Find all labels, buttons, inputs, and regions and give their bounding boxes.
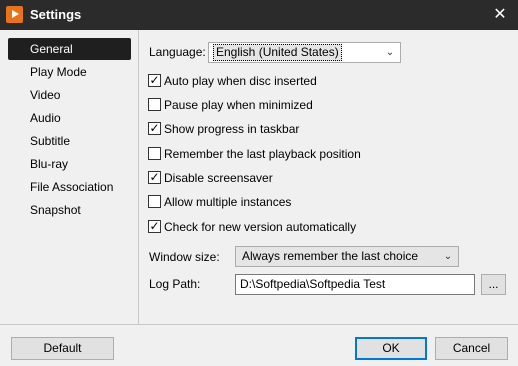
checkbox-box: ✓ [148,219,161,233]
sidebar-item-snapshot[interactable]: Snapshot [8,199,131,221]
checkbox-label: Pause play when minimized [164,98,313,112]
sidebar-item-blu-ray[interactable]: Blu-ray [8,153,131,175]
browse-button[interactable]: ... [481,274,506,295]
chevron-down-icon: ⌄ [443,251,453,262]
sidebar-item-general[interactable]: General [8,38,131,60]
app-logo-icon [6,6,23,23]
checkbox-label: Allow multiple instances [164,195,292,209]
sidebar-item-subtitle[interactable]: Subtitle [8,130,131,152]
checkbox-label: Remember the last playback position [164,147,361,161]
checkbox-box: ✓ [148,121,161,135]
checkmark-icon: ✓ [149,170,160,184]
chevron-down-icon: ⌄ [385,47,395,58]
checkbox-label: Auto play when disc inserted [164,74,317,88]
checkmark-icon: ✓ [149,121,160,135]
sidebar-item-file-association[interactable]: File Association [8,176,131,198]
sidebar-item-video[interactable]: Video [8,84,131,106]
language-label: Language: [149,45,206,59]
cancel-button[interactable]: Cancel [435,337,508,360]
settings-window: Settings ✕ General Play Mode Video Audio… [0,0,518,366]
settings-sidebar: General Play Mode Video Audio Subtitle B… [0,30,139,324]
close-icon[interactable]: ✕ [490,5,510,25]
checkbox-box [148,195,161,208]
checkbox-label: Check for new version automatically [164,220,357,234]
checkbox-box: ✓ [148,73,161,87]
checkmark-icon: ✓ [149,73,160,87]
window-size-label: Window size: [149,250,220,264]
ok-button[interactable]: OK [355,337,427,360]
sidebar-item-play-mode[interactable]: Play Mode [8,61,131,83]
language-value: English (United States) [213,44,342,61]
log-path-label: Log Path: [149,277,201,291]
checkmark-icon: ✓ [149,219,160,233]
sidebar-item-audio[interactable]: Audio [8,107,131,129]
window-title: Settings [30,7,82,22]
dialog-footer: Default OK Cancel [0,324,518,366]
checkbox-box [148,98,161,111]
log-path-input[interactable]: D:\Softpedia\Softpedia Test [235,274,475,295]
title-bar[interactable]: Settings ✕ [0,0,518,30]
window-size-value: Always remember the last choice [242,249,419,263]
checkbox-label: Disable screensaver [164,171,273,185]
checkbox-box: ✓ [148,170,161,184]
checkbox-label: Show progress in taskbar [164,122,300,136]
default-button[interactable]: Default [11,337,114,360]
checkbox-box [148,147,161,160]
window-size-select[interactable]: Always remember the last choice ⌄ [235,246,459,267]
language-select[interactable]: English (United States) ⌄ [208,42,401,63]
